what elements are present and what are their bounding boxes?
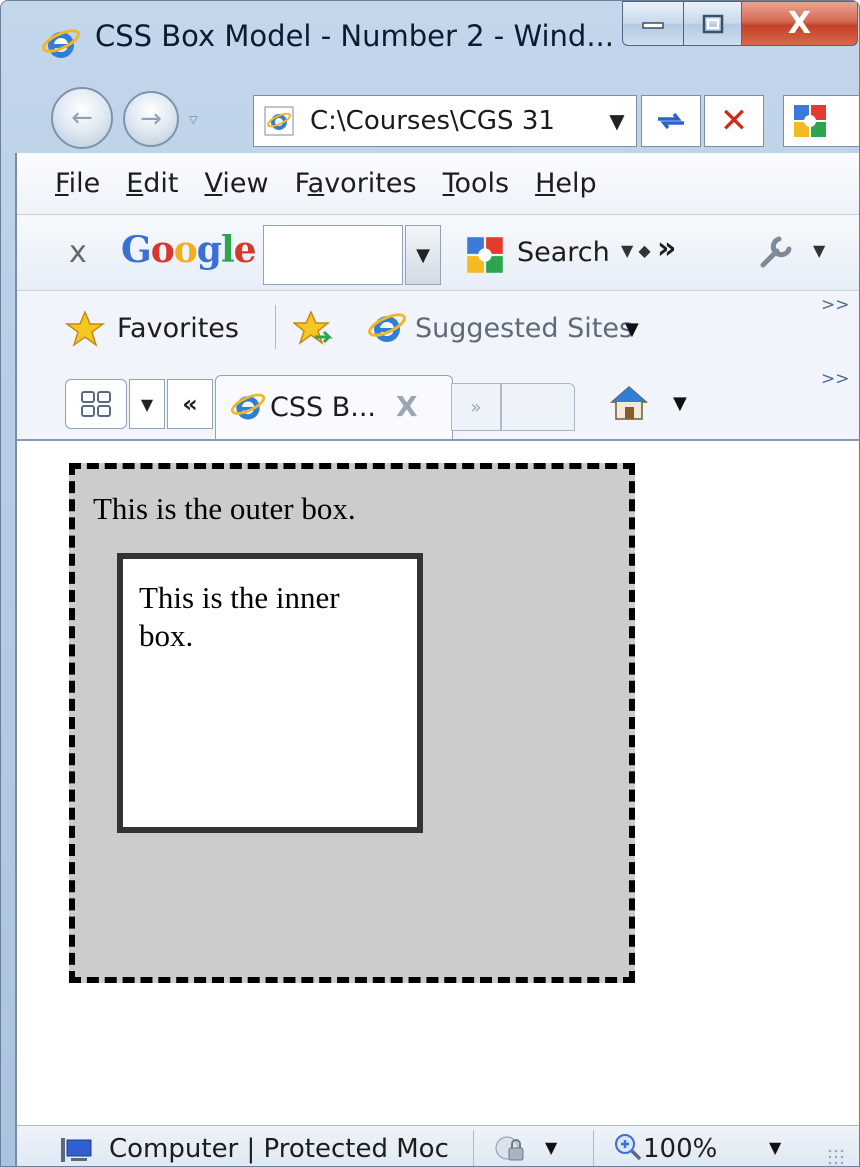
favorites-bar-overflow-chevron[interactable]: >> xyxy=(821,295,850,315)
favorites-star-icon[interactable] xyxy=(65,309,105,349)
status-bar: Computer | Protected Moc ▼ 100% ▼ xyxy=(17,1125,859,1166)
command-bar-overflow-chevron[interactable]: >> xyxy=(821,369,850,389)
status-separator xyxy=(593,1130,594,1166)
tab-scroll-right-button[interactable]: » xyxy=(451,383,501,431)
favorites-separator xyxy=(275,305,276,349)
outer-box: This is the outer box. This is the inner… xyxy=(69,463,635,983)
minimize-icon xyxy=(642,21,664,29)
google-logo: Google xyxy=(121,229,257,271)
new-tab-button[interactable] xyxy=(501,383,575,431)
google-search-icon xyxy=(794,105,826,137)
google-search-button[interactable]: Search xyxy=(517,237,610,268)
tab-label: CSS B... xyxy=(270,392,376,423)
tab-css-box-model[interactable]: CSS B... X xyxy=(215,375,453,439)
menu-edit[interactable]: Edit xyxy=(126,168,178,199)
navigation-bar: ← → ▿ C:\Courses\CGS 31 ▼ ✕ xyxy=(1,73,859,153)
recent-pages-dropdown[interactable]: ▿ xyxy=(189,109,209,130)
minimize-button[interactable] xyxy=(622,1,684,46)
security-zone-text[interactable]: Computer | Protected Moc xyxy=(109,1134,459,1164)
google-search-options-dropdown[interactable]: ▼ ◆ xyxy=(621,241,651,260)
maximize-icon xyxy=(702,14,723,33)
window-title: CSS Box Model - Number 2 - Wind... xyxy=(95,19,614,53)
address-text[interactable]: C:\Courses\CGS 31 xyxy=(310,106,560,136)
address-bar[interactable]: C:\Courses\CGS 31 ▼ xyxy=(253,95,637,147)
toolbar-close-icon[interactable]: x xyxy=(69,235,87,270)
close-button[interactable]: X xyxy=(742,1,858,46)
tab-bar: ▼ « CSS B... X » ▼ >> xyxy=(17,365,859,439)
quick-tabs-button[interactable] xyxy=(65,379,127,429)
suggested-sites-ie-icon xyxy=(368,313,406,342)
status-separator xyxy=(473,1130,474,1166)
maximize-button[interactable] xyxy=(684,1,742,46)
page-viewport: This is the outer box. This is the inner… xyxy=(17,439,859,1125)
home-dropdown[interactable]: ▼ xyxy=(673,393,687,414)
protected-mode-dropdown[interactable]: ▼ xyxy=(545,1138,557,1157)
wrench-dropdown[interactable]: ▼ xyxy=(813,241,825,260)
forward-arrow-icon: → xyxy=(140,104,162,134)
suggested-sites-dropdown[interactable]: ▼ xyxy=(625,319,639,340)
inner-box-text: This is the inner box. xyxy=(139,580,340,653)
close-icon: X xyxy=(787,6,812,41)
caption-buttons: X xyxy=(622,1,858,46)
wrench-icon[interactable] xyxy=(755,233,795,273)
ie-page-icon xyxy=(264,106,294,136)
favorites-bar: Favorites Suggested Sites ▼ >> xyxy=(17,291,859,365)
inner-box: This is the inner box. xyxy=(117,553,423,833)
tab-list-dropdown[interactable]: ▼ xyxy=(129,379,165,429)
ie-tab-icon xyxy=(230,393,266,420)
outer-box-text: This is the outer box. xyxy=(93,491,356,526)
home-icon[interactable] xyxy=(609,383,649,423)
stop-icon: ✕ xyxy=(719,101,749,141)
add-to-favorites-bar-icon[interactable] xyxy=(293,309,333,349)
browser-frame: File Edit View Favorites Tools Help x Go… xyxy=(15,153,859,1166)
resize-grip[interactable] xyxy=(827,1148,845,1166)
suggested-sites-link[interactable]: Suggested Sites xyxy=(415,313,633,344)
zoom-icon[interactable] xyxy=(613,1132,643,1162)
tab-scroll-left-button[interactable]: « xyxy=(167,379,213,429)
tab-close-icon[interactable]: X xyxy=(396,390,418,423)
google-search-dropdown[interactable]: ▼ xyxy=(405,225,441,285)
back-arrow-icon: ← xyxy=(71,103,93,133)
search-provider-button[interactable] xyxy=(783,95,859,147)
computer-zone-icon xyxy=(61,1138,92,1162)
menu-help[interactable]: Help xyxy=(535,168,597,199)
google-search-icon[interactable] xyxy=(465,235,505,275)
favorites-button[interactable]: Favorites xyxy=(117,313,239,344)
google-toolbar: x Google ▼ Search ▼ ◆ » ▼ xyxy=(17,215,859,291)
refresh-button[interactable] xyxy=(641,95,701,147)
globe-lock-icon[interactable] xyxy=(493,1132,527,1164)
menu-view[interactable]: View xyxy=(205,168,269,199)
menu-file[interactable]: File xyxy=(55,168,100,199)
menu-favorites[interactable]: Favorites xyxy=(295,168,417,199)
google-search-input[interactable] xyxy=(263,225,403,285)
address-dropdown-button[interactable]: ▼ xyxy=(598,96,636,146)
toolbar-more-button[interactable]: » xyxy=(657,231,676,266)
quick-tabs-icon xyxy=(81,391,111,417)
zoom-level[interactable]: 100% xyxy=(643,1134,717,1164)
zoom-dropdown[interactable]: ▼ xyxy=(769,1138,781,1157)
stop-button[interactable]: ✕ xyxy=(704,95,764,147)
forward-button[interactable]: → xyxy=(123,91,179,147)
browser-window: CSS Box Model - Number 2 - Wind... X ← →… xyxy=(0,0,860,1167)
menu-bar: File Edit View Favorites Tools Help xyxy=(17,153,859,215)
title-bar[interactable]: CSS Box Model - Number 2 - Wind... X xyxy=(1,1,859,63)
ie-icon xyxy=(42,29,80,58)
refresh-icon xyxy=(658,112,684,130)
menu-tools[interactable]: Tools xyxy=(443,168,510,199)
back-button[interactable]: ← xyxy=(51,87,113,149)
